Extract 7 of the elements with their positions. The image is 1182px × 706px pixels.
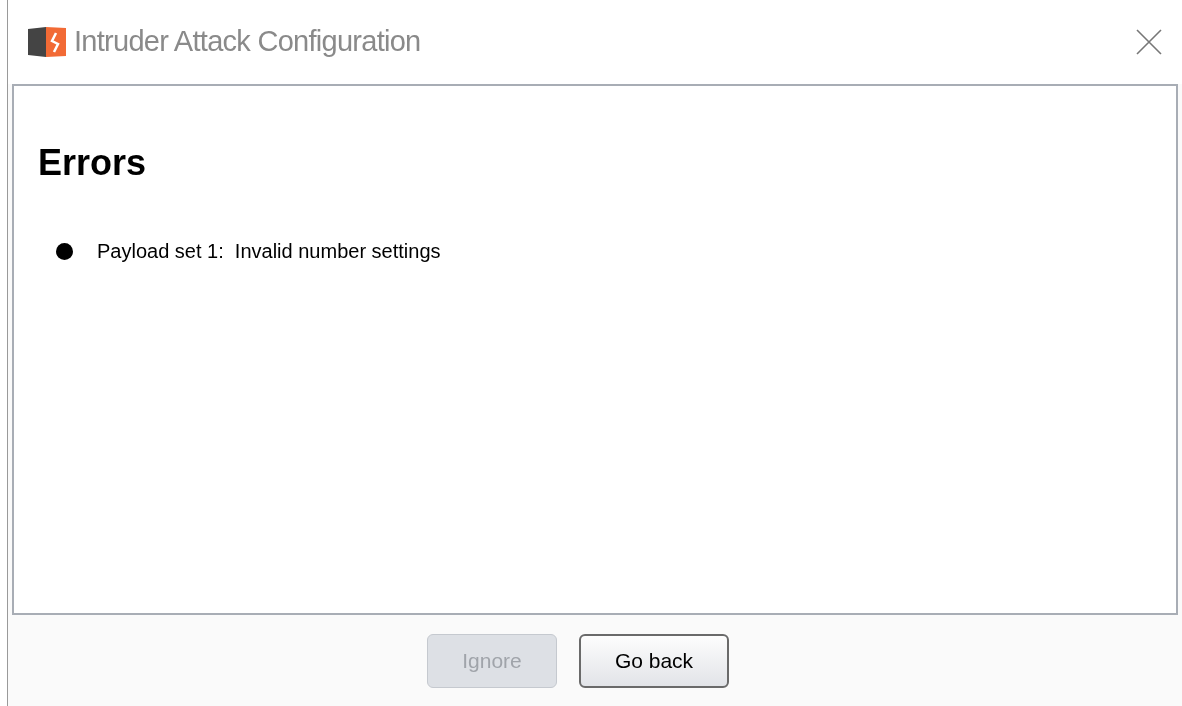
error-message: Payload set 1: Invalid number settings xyxy=(97,239,441,264)
close-icon[interactable] xyxy=(1136,29,1162,55)
errors-heading: Errors xyxy=(38,141,148,185)
window-title: Intruder Attack Configuration xyxy=(74,24,421,60)
go-back-button[interactable]: Go back xyxy=(579,633,729,688)
bullet-icon xyxy=(56,242,73,260)
app-logo-icon xyxy=(26,25,68,59)
